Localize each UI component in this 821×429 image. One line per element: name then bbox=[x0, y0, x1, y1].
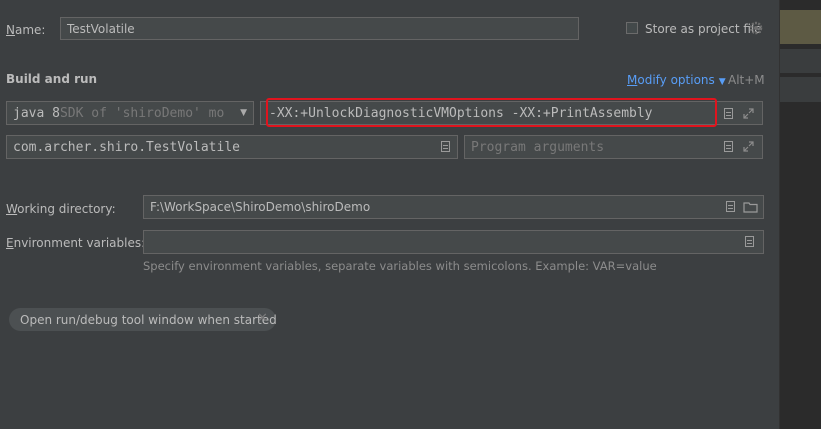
editor-line bbox=[780, 49, 821, 73]
jdk-name: java 8 bbox=[13, 105, 60, 121]
main-class-field[interactable]: com.archer.shiro.TestVolatile bbox=[6, 135, 458, 159]
store-project-label[interactable]: Store as project file bbox=[645, 22, 762, 36]
document-icon[interactable] bbox=[724, 141, 733, 152]
environment-variables-field[interactable] bbox=[143, 230, 764, 254]
folder-icon[interactable] bbox=[743, 201, 758, 213]
document-icon[interactable] bbox=[745, 236, 754, 247]
jdk-select[interactable]: java 8 SDK of 'shiroDemo' mo ▼ bbox=[6, 101, 254, 125]
document-icon[interactable] bbox=[724, 108, 733, 119]
editor-background bbox=[779, 0, 821, 429]
expand-icon[interactable] bbox=[743, 141, 754, 152]
build-run-heading: Build and run bbox=[6, 72, 98, 86]
name-label: Name: bbox=[6, 23, 46, 37]
editor-line bbox=[780, 77, 821, 102]
environment-variables-hint: Specify environment variables, separate … bbox=[143, 259, 657, 273]
expand-icon[interactable] bbox=[743, 108, 754, 119]
working-directory-value: F:\WorkSpace\ShiroDemo\shiroDemo bbox=[150, 200, 371, 214]
name-value: TestVolatile bbox=[67, 21, 135, 36]
working-directory-label: Working directory: bbox=[6, 202, 116, 216]
close-icon[interactable]: ✕ bbox=[257, 311, 268, 326]
modify-options-link[interactable]: Modify options ▼ bbox=[627, 73, 726, 87]
highlight-box bbox=[266, 98, 717, 127]
chevron-down-icon: ▼ bbox=[718, 77, 726, 87]
main-class-value: com.archer.shiro.TestVolatile bbox=[13, 139, 240, 155]
editor-highlight bbox=[780, 10, 821, 44]
modify-shortcut: Alt+M bbox=[728, 73, 765, 87]
chevron-down-icon: ▼ bbox=[240, 108, 247, 118]
environment-variables-label: Environment variables: bbox=[6, 236, 146, 250]
store-project-checkbox[interactable] bbox=[626, 22, 638, 34]
program-arguments-placeholder: Program arguments bbox=[471, 139, 605, 155]
option-chip-label: Open run/debug tool window when started bbox=[20, 312, 277, 327]
option-chip[interactable]: Open run/debug tool window when started … bbox=[9, 308, 277, 331]
working-directory-field[interactable]: F:\WorkSpace\ShiroDemo\shiroDemo bbox=[143, 195, 764, 219]
browse-class-icon[interactable] bbox=[441, 141, 450, 152]
gear-icon[interactable] bbox=[749, 21, 763, 35]
jdk-detail: SDK of 'shiroDemo' mo bbox=[59, 105, 225, 121]
program-arguments-field[interactable]: Program arguments bbox=[464, 135, 763, 159]
document-icon[interactable] bbox=[726, 201, 735, 212]
name-field[interactable]: TestVolatile bbox=[60, 17, 579, 40]
